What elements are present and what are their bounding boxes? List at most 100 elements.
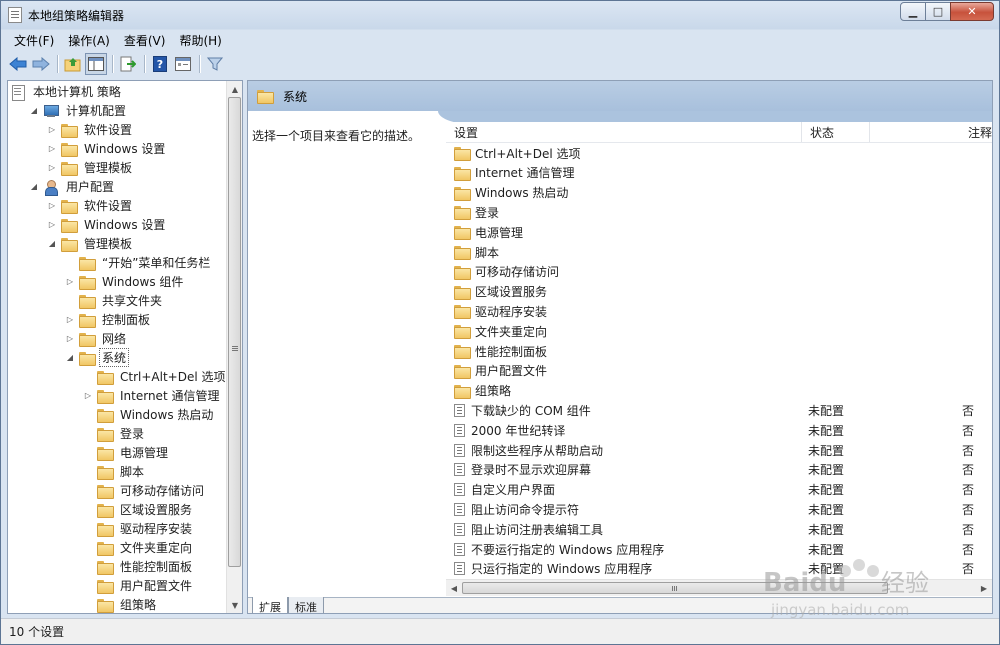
tree-item[interactable]: 区域设置服务 [82,500,195,519]
collapse-arrow-icon[interactable]: ◢ [28,105,40,117]
collapse-arrow-icon[interactable]: ◢ [64,352,76,364]
tree-item[interactable]: 可移动存储访问 [82,481,207,500]
list-horizontal-scrollbar[interactable]: ◀ ▶ [446,579,992,596]
table-row[interactable]: 可移动存储访问 [446,262,992,282]
expand-arrow-icon[interactable]: ▷ [46,200,58,212]
up-level-button[interactable] [62,53,84,75]
table-row[interactable]: 电源管理 [446,222,992,242]
table-row[interactable]: 阻止访问命令提示符 未配置 否 [446,499,992,519]
tree-item[interactable]: 用户配置文件 [82,576,195,595]
tree-item[interactable]: ◢ 系统 [64,348,130,367]
list-scroll-thumb[interactable] [462,582,888,594]
scroll-up-icon[interactable]: ▲ [227,81,242,97]
tree-item[interactable]: “开始”菜单和任务栏 [64,253,213,272]
tree-vertical-scrollbar[interactable]: ▲ ▼ [226,81,242,613]
expand-arrow-icon[interactable]: ▷ [64,276,76,288]
close-button[interactable]: ✕ [950,2,994,21]
column-header-state[interactable]: 状态 [802,122,870,142]
filter-button[interactable] [204,53,226,75]
help-button[interactable]: ? [149,53,171,75]
tree-item[interactable]: 共享文件夹 [64,291,165,310]
table-row[interactable]: Internet 通信管理 [446,163,992,183]
table-row[interactable]: 阻止访问注册表编辑工具 未配置 否 [446,519,992,539]
table-row[interactable]: 驱动程序安装 [446,301,992,321]
table-row[interactable]: 下载缺少的 COM 组件 未配置 否 [446,400,992,420]
tree-item[interactable]: 登录 [82,424,147,443]
table-row[interactable]: 文件夹重定向 [446,321,992,341]
toolbar-separator [112,55,113,73]
table-row[interactable]: 2000 年世纪转译 未配置 否 [446,420,992,440]
table-row[interactable]: 自定义用户界面 未配置 否 [446,480,992,500]
collapse-arrow-icon[interactable]: ◢ [28,181,40,193]
expand-arrow-icon[interactable]: ▷ [46,124,58,136]
table-row[interactable]: 用户配置文件 [446,361,992,381]
tree-item[interactable]: ▷ 网络 [64,329,129,348]
tree-item[interactable]: 驱动程序安装 [82,519,195,538]
tree-item[interactable]: 文件夹重定向 [82,538,195,557]
scroll-down-icon[interactable]: ▼ [227,597,242,613]
tree-item[interactable]: ◢ 用户配置 [28,177,117,196]
menu-help[interactable]: 帮助(H) [172,30,228,50]
tree-item[interactable]: ▷ 控制面板 [64,310,153,329]
column-header-setting[interactable]: 设置 [446,122,802,142]
show-hide-tree-button[interactable] [85,53,107,75]
tab-extended[interactable]: 扩展 [252,597,288,613]
tree-item[interactable]: ▷ 软件设置 [46,196,135,215]
table-row[interactable]: Ctrl+Alt+Del 选项 [446,143,992,163]
minimize-button[interactable]: ▁ [900,2,926,21]
export-list-button[interactable] [117,53,139,75]
tree-item[interactable]: 性能控制面板 [82,557,195,576]
expand-arrow-icon[interactable]: ▷ [46,143,58,155]
expand-arrow-icon[interactable]: ▷ [64,333,76,345]
tree-item[interactable]: ▷ 管理模板 [46,158,135,177]
tree-item[interactable]: ▷ Windows 设置 [46,215,168,234]
tree-item[interactable]: 脚本 [82,462,147,481]
expand-arrow-icon[interactable]: ▷ [46,219,58,231]
properties-button[interactable] [172,53,194,75]
menu-action[interactable]: 操作(A) [61,30,117,50]
forward-button[interactable] [30,53,52,75]
settings-list[interactable]: 设置 状态 注释 Ctrl+Alt+Del 选项 Internet 通信管理 Win… [446,122,992,598]
menu-file[interactable]: 文件(F) [7,30,61,50]
tree-item[interactable]: 组策略 [82,595,159,613]
table-row[interactable]: 不要运行指定的 Windows 应用程序 未配置 否 [446,539,992,559]
table-row[interactable]: 只运行指定的 Windows 应用程序 未配置 否 [446,559,992,579]
scroll-left-icon[interactable]: ◀ [446,580,462,596]
tree-item-label: 管理模板 [84,161,133,175]
table-row[interactable]: 脚本 [446,242,992,262]
tree-scroll-thumb[interactable] [228,97,241,567]
column-header-comment[interactable]: 注释 [870,122,992,142]
setting-name: 阻止访问命令提示符 [471,502,580,517]
maximize-button[interactable]: □ [925,2,951,21]
table-row[interactable]: 性能控制面板 [446,341,992,361]
tree-item[interactable]: ▷ 软件设置 [46,120,135,139]
expand-arrow-icon[interactable]: ▷ [82,390,94,402]
back-button[interactable] [7,53,29,75]
policy-setting-icon [454,423,465,437]
tree-item[interactable]: Windows 热启动 [82,405,216,424]
tab-standard[interactable]: 标准 [288,597,324,613]
expand-arrow-icon[interactable]: ▷ [46,162,58,174]
expand-arrow-icon[interactable]: ▷ [64,314,76,326]
tree-item[interactable]: ▷ Windows 组件 [64,272,186,291]
collapse-arrow-icon[interactable]: ◢ [46,238,58,250]
tree-item[interactable]: ◢ 管理模板 [46,234,135,253]
tree-item[interactable]: ◢ 计算机配置 [28,101,129,120]
table-row[interactable]: 区域设置服务 [446,282,992,302]
tree-item[interactable]: 本地计算机 策略 [10,82,124,101]
table-row[interactable]: 登录 [446,202,992,222]
navigation-tree[interactable]: 本地计算机 策略 ◢ 计算机配置 ▷ 软件设置 ▷ Windows 设置 ▷ 管理模板 ◢ 用户配置… [7,80,243,614]
scroll-right-icon[interactable]: ▶ [976,580,992,596]
table-row[interactable]: 组策略 [446,381,992,401]
table-row[interactable]: Windows 热启动 [446,183,992,203]
tree-item[interactable]: ▷ Windows 设置 [46,139,168,158]
tree-item[interactable]: 电源管理 [82,443,171,462]
menu-view[interactable]: 查看(V) [117,30,173,50]
table-row[interactable]: 限制这些程序从帮助启动 未配置 否 [446,440,992,460]
title-bar[interactable]: 本地组策略编辑器 ▁ □ ✕ [1,1,999,29]
tree-item[interactable]: ▷ Internet 通信管理 [82,386,222,405]
tree-item[interactable]: Ctrl+Alt+Del 选项 [82,367,228,386]
table-row[interactable]: 登录时不显示欢迎屏幕 未配置 否 [446,460,992,480]
